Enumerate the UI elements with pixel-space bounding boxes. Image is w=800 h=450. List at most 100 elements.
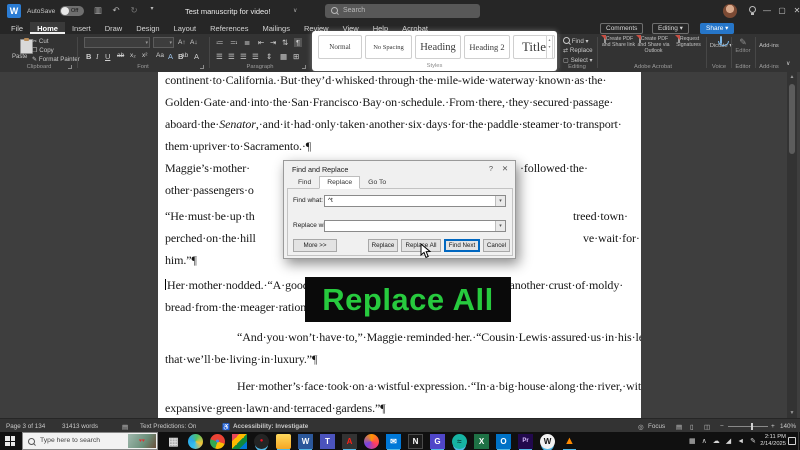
style-no-spacing[interactable]: No Spacing xyxy=(365,35,412,59)
show-formatting-marks-icon[interactable]: ¶ xyxy=(294,38,303,47)
borders-icon[interactable]: ⊞ xyxy=(293,52,299,61)
bold-icon[interactable]: B xyxy=(86,52,91,61)
create-pdf-outlook-button[interactable]: Create PDF and Share via Outlook xyxy=(636,35,671,54)
premiere-icon[interactable]: Pr xyxy=(518,433,533,449)
create-pdf-share-link-button[interactable]: Create PDF and Share link xyxy=(601,35,636,48)
goodnotes-icon[interactable]: G xyxy=(430,433,445,449)
scroll-up-icon[interactable]: ▲ xyxy=(787,74,797,80)
style-heading[interactable]: Heading xyxy=(415,35,461,59)
title-chevron-icon[interactable]: ∨ xyxy=(293,7,297,14)
document-line[interactable]: him.”¶ xyxy=(165,253,197,268)
bullets-icon[interactable]: ≔ xyxy=(216,38,224,47)
minimize-button[interactable]: — xyxy=(760,6,774,15)
replace-button[interactable]: Replace xyxy=(368,239,398,252)
superscript-icon[interactable]: x² xyxy=(142,52,147,59)
ribbon-tab-mailings[interactable]: Mailings xyxy=(255,22,297,34)
format-painter-button[interactable]: ✎ Format Painter xyxy=(32,56,80,63)
zoom-level[interactable]: 140% xyxy=(780,423,796,430)
edge-icon[interactable] xyxy=(188,433,203,449)
document-line[interactable]: perched·on·the·hill xyxy=(165,231,256,246)
document-line[interactable]: Maggie’s·mother· xyxy=(165,161,250,176)
tray-chevron-icon[interactable]: ∧ xyxy=(702,437,707,445)
web-layout-icon[interactable]: ◫ xyxy=(704,423,710,431)
teams-icon[interactable]: T xyxy=(320,433,335,449)
vlc-icon[interactable]: ▲ xyxy=(562,434,577,449)
search-highlight-image[interactable]: ♥♥ xyxy=(128,434,156,448)
action-center-icon[interactable] xyxy=(788,437,796,445)
request-signatures-button[interactable]: Request Signatures xyxy=(671,35,706,48)
accessibility-icon[interactable]: ♿ xyxy=(222,423,230,431)
style-normal[interactable]: Normal xyxy=(318,35,362,59)
ribbon-tab-file[interactable]: File xyxy=(4,22,30,34)
font-color-icon[interactable]: A xyxy=(194,52,199,61)
justify-icon[interactable]: ☰ xyxy=(252,52,259,61)
taskbar-clock[interactable]: 2:11 PM 2/14/2025 xyxy=(760,434,786,448)
avatar[interactable] xyxy=(723,4,737,18)
shrink-font-icon[interactable]: A↓ xyxy=(190,39,198,46)
ribbon-tab-home[interactable]: Home xyxy=(30,22,65,34)
undo-icon[interactable]: ↶ xyxy=(110,5,122,16)
spotify-icon[interactable]: ≈ xyxy=(452,433,467,449)
combo-dropdown-icon[interactable]: ▾ xyxy=(495,196,505,206)
redo-icon[interactable]: ↻ xyxy=(128,5,140,16)
chrome-icon[interactable]: ● xyxy=(210,433,225,449)
dialog-close-icon[interactable]: ✕ xyxy=(499,164,511,173)
multilevel-list-icon[interactable]: ≣ xyxy=(244,38,250,47)
excel-icon[interactable]: X xyxy=(474,433,489,449)
zoom-out-icon[interactable]: − xyxy=(720,423,724,430)
document-line[interactable]: “And·you·won’t·have·to,”·Maggie·reminded… xyxy=(237,330,641,345)
start-button[interactable] xyxy=(5,436,15,446)
mail-icon[interactable]: ✉ xyxy=(386,433,401,449)
document-line[interactable]: expansive·green·lawn·and·terraced·garden… xyxy=(165,401,386,416)
replace-button[interactable]: ⇄ Replace xyxy=(563,47,593,54)
page-indicator[interactable]: Page 3 of 134 xyxy=(6,423,45,430)
document-line[interactable]: ve·wait·for· xyxy=(583,231,640,246)
tab-replace[interactable]: Replace xyxy=(319,176,361,189)
text-effects-icon[interactable]: A xyxy=(168,52,173,61)
italic-icon[interactable]: I xyxy=(96,52,99,61)
read-mode-icon[interactable]: ▤ xyxy=(676,423,682,431)
focus-label[interactable]: Focus xyxy=(648,423,665,430)
lightbulb-icon[interactable] xyxy=(749,6,756,15)
document-line[interactable]: other·passengers·o xyxy=(165,183,254,198)
decrease-indent-icon[interactable]: ⇤ xyxy=(258,38,264,47)
scrollbar-thumb[interactable] xyxy=(789,84,795,154)
sort-icon[interactable]: ⇅ xyxy=(282,38,288,47)
find-button[interactable]: Find ▾ xyxy=(563,37,589,45)
maximize-button[interactable]: ▢ xyxy=(775,6,789,15)
autosave-toggle[interactable]: Off xyxy=(60,6,84,16)
save-icon[interactable]: ▥ xyxy=(92,5,104,16)
document-line[interactable]: ·followed·the· xyxy=(520,161,588,176)
onedrive-icon[interactable]: ☁ xyxy=(713,437,720,445)
photos-icon[interactable] xyxy=(232,433,247,449)
combo-dropdown-icon[interactable]: ▾ xyxy=(495,221,505,231)
shading-icon[interactable]: ▦ xyxy=(280,52,287,61)
focus-icon[interactable]: ◎ xyxy=(638,423,644,431)
increase-indent-icon[interactable]: ⇥ xyxy=(270,38,276,47)
task-view-icon[interactable]: ▦ xyxy=(166,434,181,449)
network-icon[interactable]: ◢ xyxy=(726,437,731,445)
numbering-icon[interactable]: ≕ xyxy=(230,38,238,47)
find-next-button[interactable]: Find Next xyxy=(444,239,480,252)
ribbon-tab-references[interactable]: References xyxy=(203,22,255,34)
search-box[interactable]: Search xyxy=(325,4,480,18)
text-predictions[interactable]: Text Predictions: On xyxy=(140,423,196,430)
copy-button[interactable]: ❐ Copy xyxy=(32,47,54,54)
volume-icon[interactable]: ◄ xyxy=(737,438,744,445)
editor-button[interactable]: ✎ Editor xyxy=(733,37,753,54)
font-size-combo[interactable]: ▾ xyxy=(153,37,174,48)
notion-icon[interactable]: N xyxy=(408,433,423,449)
cut-button[interactable]: ✂ Cut xyxy=(32,38,49,45)
ribbon-tab-design[interactable]: Design xyxy=(129,22,166,34)
dialog-help-icon[interactable]: ? xyxy=(485,164,497,173)
align-right-icon[interactable]: ☰ xyxy=(240,52,247,61)
touch-keyboard-icon[interactable]: ▦ xyxy=(689,437,696,445)
addins-button[interactable]: Add-ins xyxy=(757,37,781,49)
qat-customize-icon[interactable]: ▾ xyxy=(146,5,158,12)
strikethrough-icon[interactable]: ab xyxy=(117,52,124,59)
pen-icon[interactable]: ✎ xyxy=(750,437,756,445)
document-line[interactable]: “He·must·be·up·th xyxy=(165,209,255,224)
wikipedia-icon[interactable]: W xyxy=(540,433,555,449)
font-name-combo[interactable]: ▾ xyxy=(84,37,150,48)
word-icon[interactable]: W xyxy=(298,433,313,449)
